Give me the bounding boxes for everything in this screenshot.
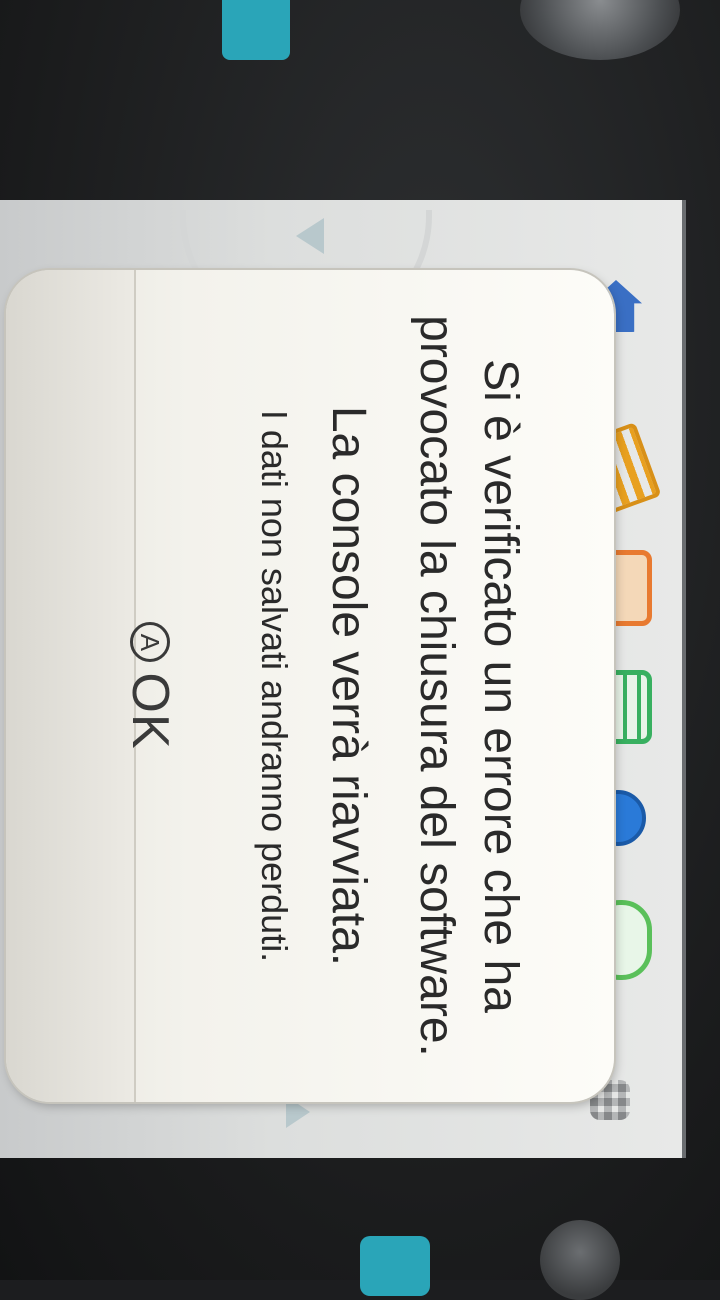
circle-pad bbox=[540, 1220, 620, 1300]
c-stick bbox=[520, 0, 680, 60]
dialog-content: Si è verificato un errore che ha provoca… bbox=[100, 286, 580, 1086]
dialog-message: Si è verificato un errore che ha provoca… bbox=[250, 286, 532, 1086]
scroll-up-arrow-icon bbox=[296, 218, 324, 254]
data-loss-message-text: I dati non salvati andranno perduti. bbox=[254, 409, 295, 963]
console-device: Si è verificato un errore che ha provoca… bbox=[0, 0, 720, 1300]
restart-message-text: La console verrà riavviata. bbox=[322, 405, 375, 967]
ok-button-label: OK bbox=[121, 672, 179, 750]
ok-button[interactable]: A OK bbox=[100, 286, 200, 1086]
device-button-bottom bbox=[360, 1236, 430, 1296]
a-button-icon: A bbox=[130, 622, 170, 663]
error-message-text: Si è verificato un errore che ha provoca… bbox=[410, 315, 527, 1057]
device-button-top bbox=[222, 0, 290, 60]
